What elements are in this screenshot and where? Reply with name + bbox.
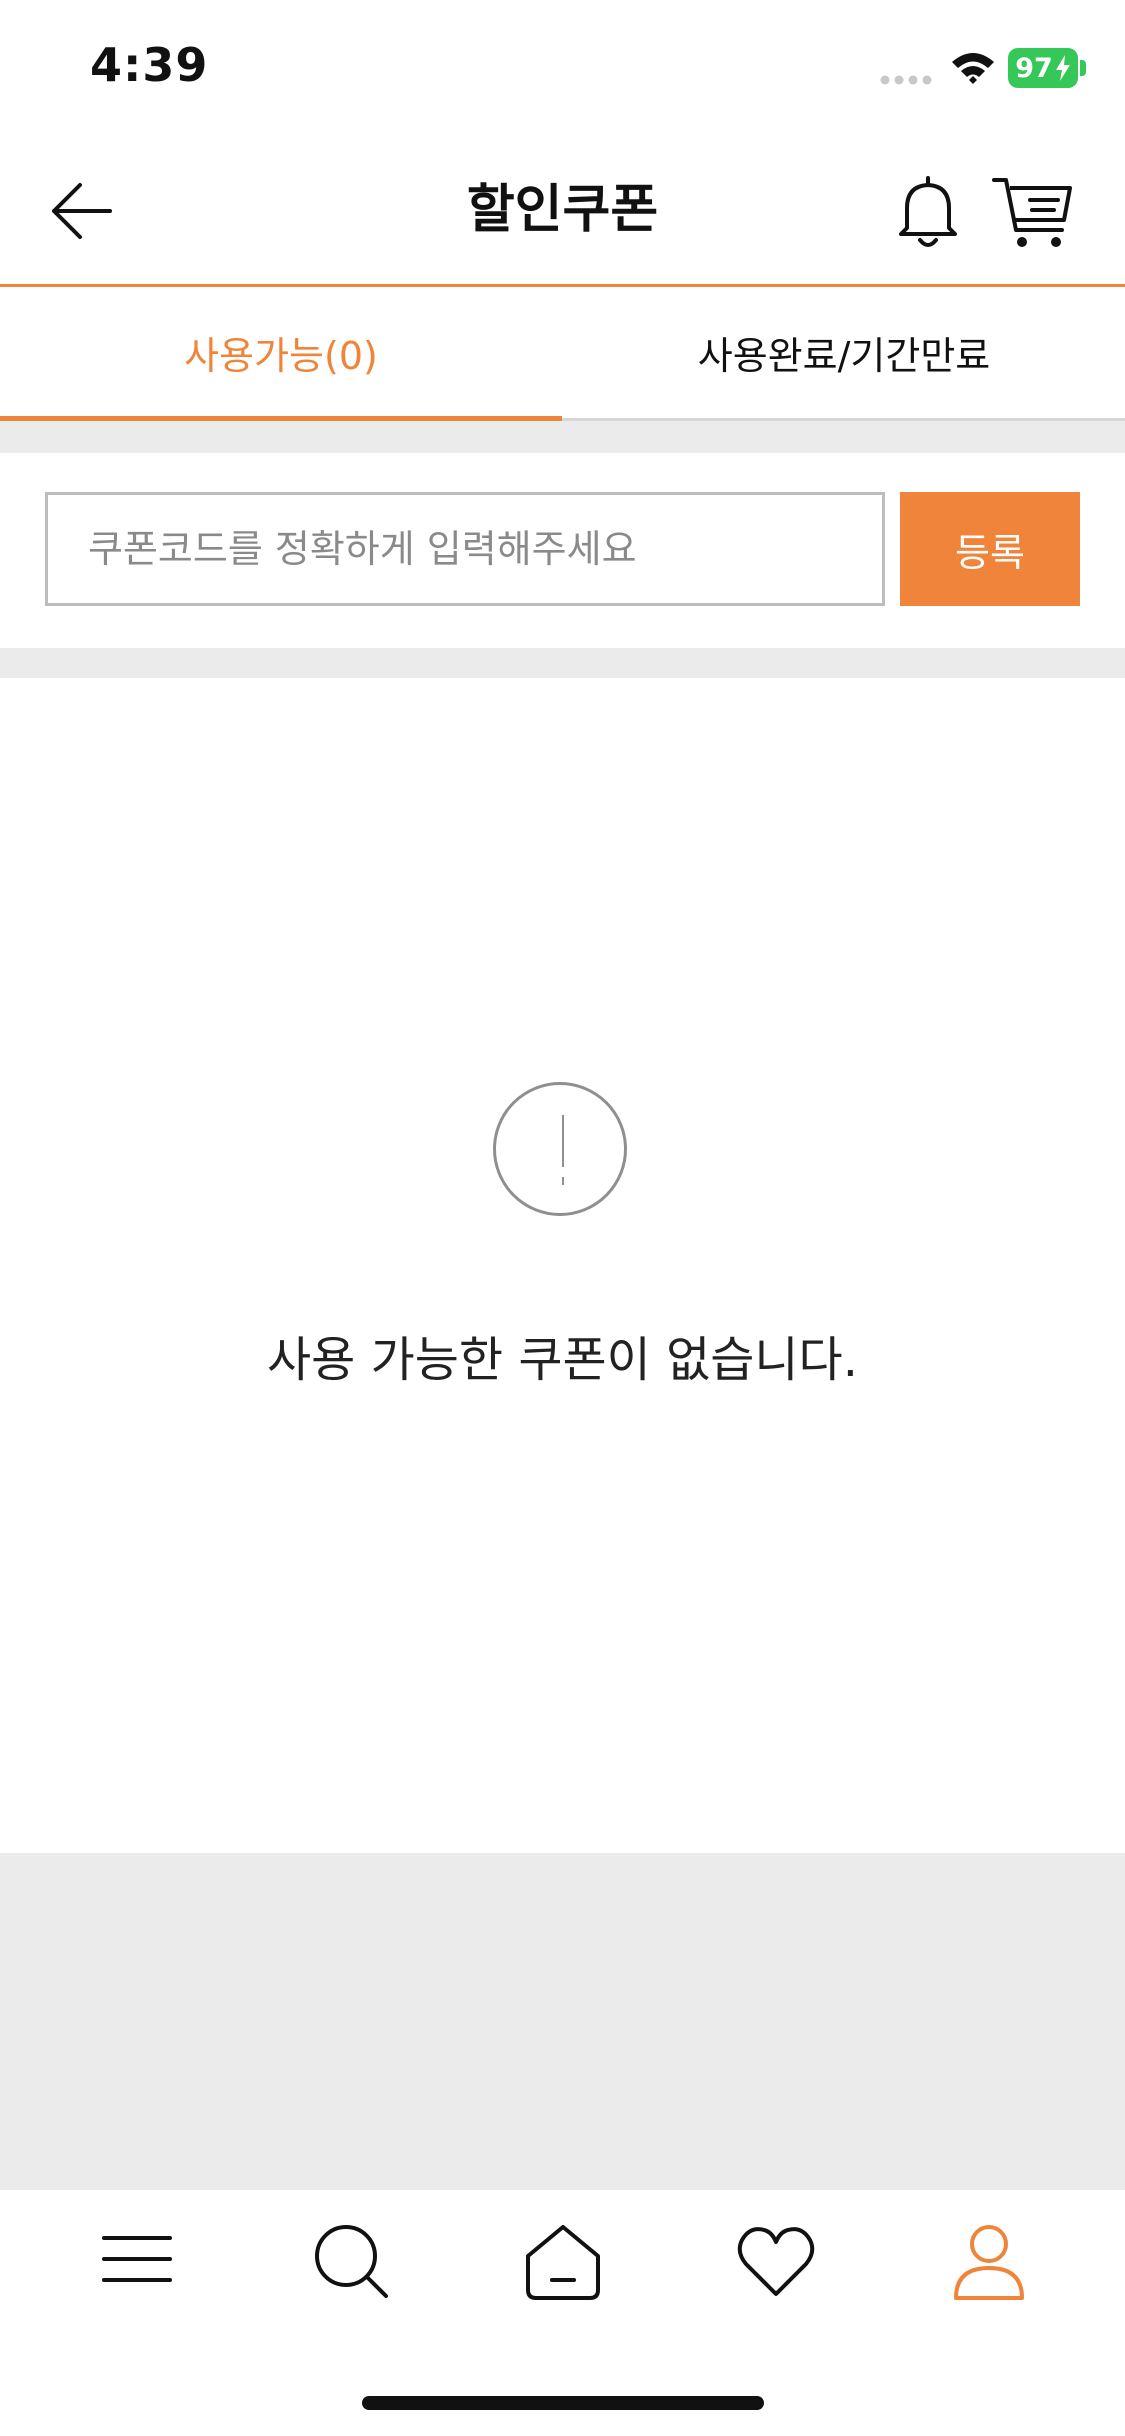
- cellular-signal-icon: [880, 75, 932, 85]
- empty-state-message: 사용 가능한 쿠폰이 없습니다.: [267, 1332, 858, 1388]
- home-indicator: [362, 2396, 764, 2410]
- status-time: 4:39: [90, 38, 209, 92]
- section-divider: [0, 421, 1125, 453]
- user-icon[interactable]: [952, 2222, 1026, 2302]
- exclamation-bar: [562, 1115, 564, 1167]
- home-icon[interactable]: [522, 2222, 604, 2302]
- tab-used-expired[interactable]: 사용완료/기간만료: [563, 287, 1125, 417]
- menu-icon[interactable]: [100, 2222, 174, 2296]
- battery-cap: [1080, 60, 1086, 76]
- exclamation-dot: [562, 1177, 564, 1185]
- battery-level: 97: [1015, 52, 1053, 84]
- tab-available-label: 사용가능(0): [184, 333, 378, 378]
- wifi-icon: [952, 53, 994, 84]
- tab-used-expired-label: 사용완료/기간만료: [697, 333, 991, 378]
- bell-icon[interactable]: [895, 172, 961, 252]
- search-icon[interactable]: [312, 2222, 392, 2302]
- exclamation-circle-icon: [493, 1082, 627, 1216]
- footer-grey-area: [0, 1853, 1125, 2188]
- cart-icon[interactable]: [990, 172, 1076, 252]
- heart-icon[interactable]: [736, 2222, 816, 2302]
- register-button[interactable]: 등록: [900, 492, 1080, 606]
- section-divider: [0, 648, 1125, 678]
- charging-bolt-icon: [1055, 55, 1070, 81]
- battery-indicator: 97: [1008, 48, 1078, 88]
- coupon-code-input[interactable]: [45, 492, 885, 606]
- tab-available[interactable]: 사용가능(0): [0, 287, 562, 417]
